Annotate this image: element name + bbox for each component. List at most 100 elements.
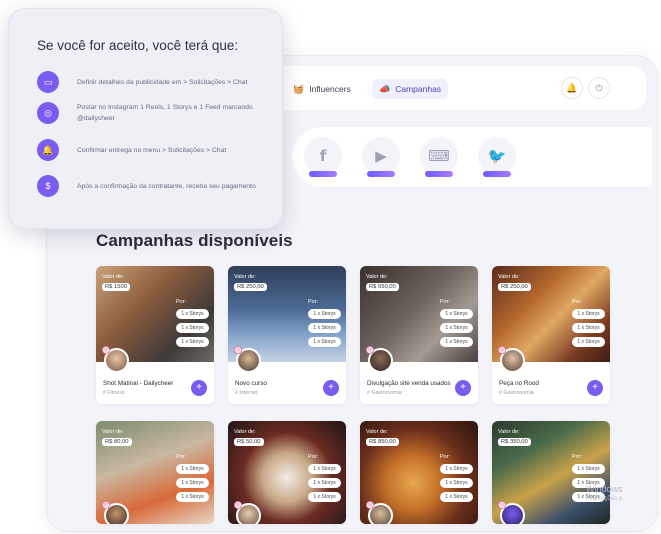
story-pill: 1 x Storys [176,464,209,474]
story-pill: 1 x Storys [440,478,473,488]
campaign-card[interactable]: Valor de: R$ 1500 Por: 1 x Storys 1 x St… [96,266,214,404]
nav-influencers[interactable]: 🧺 Influencers [286,79,358,99]
popup-step-text: Confirmar entrega no menu > Solicitações… [77,146,227,154]
add-campaign-button[interactable]: + [191,380,207,396]
value-label: Valor de: [498,274,520,280]
popup-step: ▭ Definir detalhes da publicidade em > S… [37,71,277,93]
facebook-icon[interactable]: f [304,137,342,175]
story-pill: 1 x Storys [308,478,341,488]
story-pill: 1 x Storys [176,478,209,488]
popup-step: $ Após a confirmação da contratante, rec… [37,175,277,197]
campaign-category: # Gastronomia [499,390,534,396]
per-label: Por: [440,454,451,460]
price-badge: R$ 80,00 [102,438,132,446]
windows-watermark-sub: nfigurações p [586,496,623,502]
story-pill: 1 x Storys [176,323,209,333]
campaign-card[interactable]: Valor de: R$ 850,00 Por: 1 x Storys 1 x … [360,421,478,524]
value-label: Valor de: [234,429,256,435]
value-label: Valor de: [102,274,124,280]
story-pill: 1 x Storys [176,309,209,319]
per-label: Por: [176,299,187,305]
campaign-category: # Fitness [103,390,125,396]
instagram-icon: ◎ [102,346,110,354]
popup-title: Se você for aceito, você terá que: [37,38,239,53]
campaign-card[interactable]: Valor de: R$ 350,00 Por: 1 x Storys 1 x … [492,421,610,524]
instagram-icon: ◎ [498,501,506,509]
instagram-icon: ◎ [37,102,59,124]
campaign-card[interactable]: Valor de: R$ 80,00 Por: 1 x Storys 1 x S… [96,421,214,524]
per-label: Por: [176,454,187,460]
story-pill: 1 x Storys [440,464,473,474]
twitch-connect-pill[interactable] [425,171,453,177]
per-label: Por: [572,299,583,305]
twitch-icon[interactable]: ⌨ [420,137,458,175]
campaign-card[interactable]: Valor de: R$ 250,00 Por: 1 x Storys 1 x … [492,266,610,404]
story-pill: 1 x Storys [572,309,605,319]
campaign-name: Shot Matinal - Dailycheer [103,380,174,387]
story-pill: 1 x Storys [308,464,341,474]
campaign-card[interactable]: Valor de: R$ 650,00 Por: 1 x Storys 1 x … [360,266,478,404]
campaign-card[interactable]: Valor de: R$ 50,00 Por: 1 x Storys 1 x S… [228,421,346,524]
facebook-glyph: f [319,147,327,165]
price-badge: R$ 650,00 [366,283,399,291]
popup-step: ◎ Postar no Instagram 1 Reels, 1 Storys … [37,102,277,124]
youtube-connect-pill[interactable] [367,171,395,177]
instagram-icon: ◎ [234,501,242,509]
campaign-category: # Internet [235,390,258,396]
instagram-icon: ◎ [498,346,506,354]
price-badge: R$ 1500 [102,283,130,291]
price-badge: R$ 50,00 [234,438,264,446]
nav-influencers-label: Influencers [309,84,351,94]
add-campaign-button[interactable]: + [323,380,339,396]
story-pill: 1 x Storys [308,323,341,333]
story-pill: 1 x Storys [176,337,209,347]
story-pill: 1 x Storys [440,337,473,347]
popup-step: 🔔 Confirmar entrega no menu > Solicitaçõ… [37,139,277,161]
add-campaign-button[interactable]: + [455,380,471,396]
story-pill: 1 x Storys [572,464,605,474]
instagram-icon: ◎ [366,346,374,354]
twitch-glyph: ⌨ [428,147,450,165]
value-label: Valor de: [234,274,256,280]
story-pill: 1 x Storys [176,492,209,502]
campaign-category: # Gastronomia [367,390,402,396]
per-label: Por: [308,299,319,305]
value-label: Valor de: [366,274,388,280]
power-icon: ⏻ [595,82,603,93]
notifications-button[interactable]: 🔔 [561,77,583,99]
acceptance-requirements-popup: Se você for aceito, você terá que: ▭ Def… [8,8,283,229]
bell-icon: 🔔 [566,82,578,93]
price-badge: R$ 350,00 [498,438,531,446]
per-label: Por: [440,299,451,305]
basket-icon: 🧺 [293,83,305,94]
campaign-name: Novo curso [235,380,267,387]
windows-watermark: Windows [586,484,623,494]
story-pill: 1 x Storys [440,309,473,319]
campaign-card[interactable]: Valor de: R$ 250,00 Por: 1 x Storys 1 x … [228,266,346,404]
per-label: Por: [308,454,319,460]
youtube-icon[interactable]: ▶ [362,137,400,175]
story-pill: 1 x Storys [308,309,341,319]
power-button[interactable]: ⏻ [588,77,610,99]
per-label: Por: [572,454,583,460]
campaign-name: Peça no Rood [499,380,539,387]
megaphone-icon: 📣 [379,83,391,94]
story-pill: 1 x Storys [308,492,341,502]
money-bag-icon: $ [37,175,59,197]
bell-icon: 🔔 [37,139,59,161]
twitter-connect-pill[interactable] [483,171,511,177]
price-badge: R$ 250,00 [498,283,531,291]
nav-campanhas-label: Campanhas [395,84,442,94]
story-pill: 1 x Storys [572,323,605,333]
value-label: Valor de: [102,429,124,435]
campaign-name: Divulgação site venda usados [367,380,451,387]
popup-step-text: Definir detalhes da publicidade em > Sol… [77,78,248,86]
story-pill: 1 x Storys [440,492,473,502]
nav-campanhas[interactable]: 📣 Campanhas [372,79,449,99]
story-pill: 1 x Storys [572,337,605,347]
twitter-icon[interactable]: 🐦 [478,137,516,175]
story-pill: 1 x Storys [440,323,473,333]
facebook-connect-pill[interactable] [309,171,337,177]
add-campaign-button[interactable]: + [587,380,603,396]
instagram-icon: ◎ [102,501,110,509]
